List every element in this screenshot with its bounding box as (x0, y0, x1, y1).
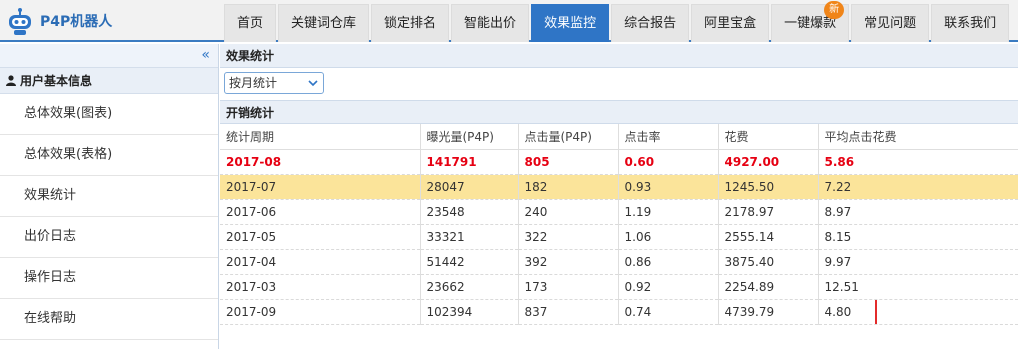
main-nav: 首页 关键词仓库 锁定排名 智能出价 效果监控 综合报告 阿里宝盒 一键爆款 新… (224, 1, 1011, 42)
double-chevron-left-icon: « (201, 47, 210, 63)
cell-avg-cpc: 9.97 (818, 249, 1018, 275)
sidebar-item-bid-log[interactable]: 出价日志 (0, 217, 218, 258)
panel-title: 效果统计 (220, 44, 1018, 68)
cell-impressions: 51442 (420, 249, 519, 275)
collapse-sidebar-button[interactable]: « (0, 44, 218, 68)
main-content: 效果统计 按月统计 开销统计 统计周期 曝光量(P4P) 点击量(P4P) 点击… (220, 44, 1018, 349)
cell-ctr: 0.92 (618, 274, 719, 300)
sidebar: « 用户基本信息 总体效果(图表) 总体效果(表格) 效果统计 出价日志 操作日… (0, 44, 219, 349)
cell-ctr: 1.19 (618, 199, 719, 225)
tab-one-click-hit[interactable]: 一键爆款 新 (771, 1, 850, 42)
cell-impressions: 28047 (420, 174, 519, 200)
table-row[interactable]: 2017-09 102394 837 0.74 4739.79 4.80 (220, 299, 1018, 325)
cell-period: 2017-07 (220, 174, 421, 200)
cell-impressions: 23662 (420, 274, 519, 300)
cell-cost: 4927.00 (718, 149, 819, 175)
col-header-avg-cpc[interactable]: 平均点击花费 (818, 124, 1018, 150)
filter-bar: 按月统计 (220, 68, 1018, 100)
cell-clicks: 392 (518, 249, 619, 275)
col-header-clicks[interactable]: 点击量(P4P) (518, 124, 619, 150)
cell-avg-cpc: 4.80 (818, 299, 1018, 325)
cost-stats-table: 统计周期 曝光量(P4P) 点击量(P4P) 点击率 花费 平均点击花费 201… (220, 124, 1018, 325)
col-header-impressions[interactable]: 曝光量(P4P) (420, 124, 519, 150)
robot-logo-icon (9, 8, 31, 35)
tab-ali-box[interactable]: 阿里宝盒 (691, 4, 770, 42)
cell-clicks: 173 (518, 274, 619, 300)
cell-period: 2017-03 (220, 274, 421, 300)
cell-period: 2017-04 (220, 249, 421, 275)
sidebar-item-overall-chart[interactable]: 总体效果(图表) (0, 94, 218, 135)
table-row[interactable]: 2017-03 23662 173 0.92 2254.89 12.51 (220, 274, 1018, 300)
sidebar-menu: 总体效果(图表) 总体效果(表格) 效果统计 出价日志 操作日志 在线帮助 (0, 94, 218, 340)
tab-smart-bidding[interactable]: 智能出价 (451, 4, 530, 42)
sidebar-item-effect-stats[interactable]: 效果统计 (0, 176, 218, 217)
sidebar-section-header[interactable]: 用户基本信息 (0, 68, 218, 94)
cell-avg-cpc: 5.86 (818, 149, 1018, 175)
tab-comprehensive-report[interactable]: 综合报告 (611, 4, 690, 42)
brand-name: P4P机器人 (40, 14, 113, 30)
cell-clicks: 182 (518, 174, 619, 200)
tab-home[interactable]: 首页 (224, 4, 277, 42)
cell-clicks: 240 (518, 199, 619, 225)
cell-period: 2017-09 (220, 299, 421, 325)
cell-clicks: 322 (518, 224, 619, 250)
tab-lock-ranking[interactable]: 锁定排名 (371, 4, 450, 42)
table-row[interactable]: 2017-06 23548 240 1.19 2178.97 8.97 (220, 199, 1018, 225)
tab-effect-monitoring[interactable]: 效果监控 (531, 4, 610, 42)
table-title: 开销统计 (220, 100, 1018, 124)
cell-impressions: 141791 (420, 149, 519, 175)
chevron-down-icon (308, 80, 318, 87)
cell-period: 2017-08 (220, 149, 421, 175)
cell-cost: 2178.97 (718, 199, 819, 225)
cell-cost: 4739.79 (718, 299, 819, 325)
cell-avg-cpc: 8.97 (818, 199, 1018, 225)
cell-ctr: 0.93 (618, 174, 719, 200)
sidebar-section-title: 用户基本信息 (20, 74, 93, 88)
cell-impressions: 23548 (420, 199, 519, 225)
cell-cost: 2254.89 (718, 274, 819, 300)
tab-contact-us[interactable]: 联系我们 (931, 4, 1010, 42)
sidebar-item-operation-log[interactable]: 操作日志 (0, 258, 218, 299)
table-header-row: 统计周期 曝光量(P4P) 点击量(P4P) 点击率 花费 平均点击花费 (220, 124, 1018, 150)
cell-ctr: 0.86 (618, 249, 719, 275)
table-row[interactable]: 2017-04 51442 392 0.86 3875.40 9.97 (220, 249, 1018, 275)
col-header-cost[interactable]: 花费 (718, 124, 819, 150)
cell-ctr: 1.06 (618, 224, 719, 250)
top-header: P4P机器人 首页 关键词仓库 锁定排名 智能出价 效果监控 综合报告 阿里宝盒… (0, 0, 1018, 42)
cell-cost: 1245.50 (718, 174, 819, 200)
cell-avg-cpc: 8.15 (818, 224, 1018, 250)
table-row[interactable]: 2017-08 141791 805 0.60 4927.00 5.86 (220, 149, 1018, 175)
cell-clicks: 837 (518, 299, 619, 325)
tab-keyword-warehouse[interactable]: 关键词仓库 (278, 4, 370, 42)
tab-one-click-hit-label: 一键爆款 (784, 16, 837, 31)
cell-period: 2017-05 (220, 224, 421, 250)
cell-ctr: 0.74 (618, 299, 719, 325)
new-badge: 新 (824, 1, 845, 19)
app-logo[interactable]: P4P机器人 (0, 0, 222, 42)
col-header-period[interactable]: 统计周期 (220, 124, 421, 150)
cell-avg-cpc: 12.51 (818, 274, 1018, 300)
cell-impressions: 33321 (420, 224, 519, 250)
period-select-value: 按月统计 (229, 76, 278, 90)
period-select[interactable]: 按月统计 (224, 72, 324, 94)
sidebar-item-overall-table[interactable]: 总体效果(表格) (0, 135, 218, 176)
cell-cost: 3875.40 (718, 249, 819, 275)
tab-faq[interactable]: 常见问题 (851, 4, 930, 42)
cell-cost: 2555.14 (718, 224, 819, 250)
user-icon (6, 75, 16, 86)
annotation-highlight-box (818, 299, 877, 323)
cell-avg-cpc: 7.22 (818, 174, 1018, 200)
col-header-ctr[interactable]: 点击率 (618, 124, 719, 150)
table-row[interactable]: 2017-07 28047 182 0.93 1245.50 7.22 (220, 174, 1018, 200)
cell-clicks: 805 (518, 149, 619, 175)
table-row[interactable]: 2017-05 33321 322 1.06 2555.14 8.15 (220, 224, 1018, 250)
cell-impressions: 102394 (420, 299, 519, 325)
sidebar-item-online-help[interactable]: 在线帮助 (0, 299, 218, 340)
cell-ctr: 0.60 (618, 149, 719, 175)
cell-period: 2017-06 (220, 199, 421, 225)
